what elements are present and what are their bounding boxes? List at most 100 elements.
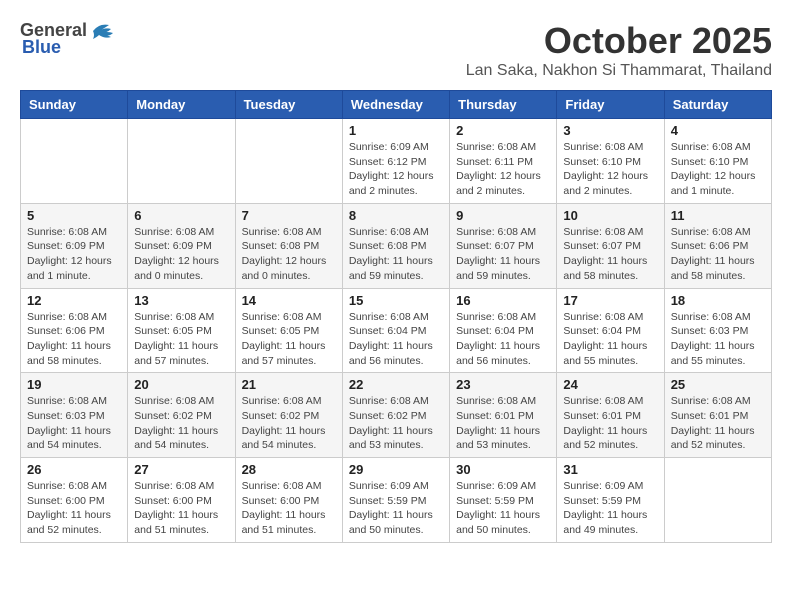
day-number: 19 — [27, 377, 121, 392]
calendar-cell: 29 Sunrise: 6:09 AM Sunset: 5:59 PM Dayli… — [342, 458, 449, 543]
day-number: 6 — [134, 208, 228, 223]
day-number: 26 — [27, 462, 121, 477]
day-info: Sunrise: 6:08 AM Sunset: 6:07 PM Dayligh… — [456, 225, 550, 284]
calendar-cell: 22 Sunrise: 6:08 AM Sunset: 6:02 PM Dayli… — [342, 373, 449, 458]
day-number: 11 — [671, 208, 765, 223]
day-number: 22 — [349, 377, 443, 392]
calendar-cell: 28Sunrise: 6:08 AM Sunset: 6:00 PM Dayli… — [235, 458, 342, 543]
calendar-cell: 13 Sunrise: 6:08 AM Sunset: 6:05 PM Dayli… — [128, 288, 235, 373]
day-info: Sunrise: 6:08 AM Sunset: 6:01 PM Dayligh… — [671, 394, 765, 453]
day-number: 31 — [563, 462, 657, 477]
weekday-header-monday: Monday — [128, 91, 235, 119]
calendar-cell: 12 Sunrise: 6:08 AM Sunset: 6:06 PM Dayli… — [21, 288, 128, 373]
calendar-cell: 15Sunrise: 6:08 AM Sunset: 6:04 PM Dayli… — [342, 288, 449, 373]
calendar-week-row: 1 Sunrise: 6:09 AM Sunset: 6:12 PM Daylig… — [21, 119, 772, 204]
day-number: 14 — [242, 293, 336, 308]
day-info: Sunrise: 6:09 AM Sunset: 5:59 PM Dayligh… — [456, 479, 550, 538]
day-info: Sunrise: 6:08 AM Sunset: 6:05 PM Dayligh… — [134, 310, 228, 369]
day-info: Sunrise: 6:08 AM Sunset: 6:06 PM Dayligh… — [27, 310, 121, 369]
day-number: 4 — [671, 123, 765, 138]
calendar-cell: 8Sunrise: 6:08 AM Sunset: 6:08 PM Daylig… — [342, 203, 449, 288]
day-info: Sunrise: 6:08 AM Sunset: 6:04 PM Dayligh… — [456, 310, 550, 369]
calendar-cell: 23Sunrise: 6:08 AM Sunset: 6:01 PM Dayli… — [450, 373, 557, 458]
weekday-header-wednesday: Wednesday — [342, 91, 449, 119]
day-number: 27 — [134, 462, 228, 477]
calendar-table: SundayMondayTuesdayWednesdayThursdayFrid… — [20, 90, 772, 543]
day-number: 24 — [563, 377, 657, 392]
logo-bird-icon — [89, 21, 117, 41]
day-info: Sunrise: 6:09 AM Sunset: 6:12 PM Dayligh… — [349, 140, 443, 199]
day-info: Sunrise: 6:08 AM Sunset: 6:00 PM Dayligh… — [27, 479, 121, 538]
page-header: General Blue October 2025 Lan Saka, Nakh… — [20, 20, 772, 80]
day-info: Sunrise: 6:08 AM Sunset: 6:10 PM Dayligh… — [563, 140, 657, 199]
day-info: Sunrise: 6:08 AM Sunset: 6:02 PM Dayligh… — [134, 394, 228, 453]
day-number: 1 — [349, 123, 443, 138]
day-number: 7 — [242, 208, 336, 223]
day-number: 29 — [349, 462, 443, 477]
weekday-header-row: SundayMondayTuesdayWednesdayThursdayFrid… — [21, 91, 772, 119]
month-title: October 2025 — [466, 20, 772, 62]
day-info: Sunrise: 6:08 AM Sunset: 6:08 PM Dayligh… — [242, 225, 336, 284]
calendar-cell: 1 Sunrise: 6:09 AM Sunset: 6:12 PM Daylig… — [342, 119, 449, 204]
day-number: 18 — [671, 293, 765, 308]
calendar-cell: 20 Sunrise: 6:08 AM Sunset: 6:02 PM Dayli… — [128, 373, 235, 458]
day-number: 2 — [456, 123, 550, 138]
day-info: Sunrise: 6:08 AM Sunset: 6:04 PM Dayligh… — [349, 310, 443, 369]
calendar-cell: 14 Sunrise: 6:08 AM Sunset: 6:05 PM Dayli… — [235, 288, 342, 373]
calendar-cell: 25 Sunrise: 6:08 AM Sunset: 6:01 PM Dayli… — [664, 373, 771, 458]
day-info: Sunrise: 6:08 AM Sunset: 6:11 PM Dayligh… — [456, 140, 550, 199]
weekday-header-friday: Friday — [557, 91, 664, 119]
calendar-cell: 30 Sunrise: 6:09 AM Sunset: 5:59 PM Dayli… — [450, 458, 557, 543]
day-info: Sunrise: 6:08 AM Sunset: 6:03 PM Dayligh… — [671, 310, 765, 369]
calendar-cell: 9 Sunrise: 6:08 AM Sunset: 6:07 PM Daylig… — [450, 203, 557, 288]
calendar-cell: 5Sunrise: 6:08 AM Sunset: 6:09 PM Daylig… — [21, 203, 128, 288]
calendar-cell — [128, 119, 235, 204]
calendar-cell: 27 Sunrise: 6:08 AM Sunset: 6:00 PM Dayli… — [128, 458, 235, 543]
calendar-cell: 31 Sunrise: 6:09 AM Sunset: 5:59 PM Dayli… — [557, 458, 664, 543]
calendar-cell — [664, 458, 771, 543]
weekday-header-thursday: Thursday — [450, 91, 557, 119]
day-number: 13 — [134, 293, 228, 308]
calendar-cell: 24Sunrise: 6:08 AM Sunset: 6:01 PM Dayli… — [557, 373, 664, 458]
day-info: Sunrise: 6:09 AM Sunset: 5:59 PM Dayligh… — [349, 479, 443, 538]
location-subtitle: Lan Saka, Nakhon Si Thammarat, Thailand — [466, 62, 772, 80]
calendar-cell: 16Sunrise: 6:08 AM Sunset: 6:04 PM Dayli… — [450, 288, 557, 373]
day-info: Sunrise: 6:08 AM Sunset: 6:05 PM Dayligh… — [242, 310, 336, 369]
day-number: 30 — [456, 462, 550, 477]
calendar-cell — [21, 119, 128, 204]
day-number: 20 — [134, 377, 228, 392]
title-area: October 2025 Lan Saka, Nakhon Si Thammar… — [466, 20, 772, 80]
calendar-cell: 17 Sunrise: 6:08 AM Sunset: 6:04 PM Dayli… — [557, 288, 664, 373]
calendar-cell: 11 Sunrise: 6:08 AM Sunset: 6:06 PM Dayli… — [664, 203, 771, 288]
day-number: 10 — [563, 208, 657, 223]
day-info: Sunrise: 6:08 AM Sunset: 6:09 PM Dayligh… — [134, 225, 228, 284]
weekday-header-saturday: Saturday — [664, 91, 771, 119]
calendar-cell: 6 Sunrise: 6:08 AM Sunset: 6:09 PM Daylig… — [128, 203, 235, 288]
calendar-cell: 7 Sunrise: 6:08 AM Sunset: 6:08 PM Daylig… — [235, 203, 342, 288]
calendar-cell — [235, 119, 342, 204]
logo-blue-text: Blue — [22, 37, 61, 58]
day-info: Sunrise: 6:08 AM Sunset: 6:09 PM Dayligh… — [27, 225, 121, 284]
day-info: Sunrise: 6:08 AM Sunset: 6:02 PM Dayligh… — [349, 394, 443, 453]
calendar-cell: 4Sunrise: 6:08 AM Sunset: 6:10 PM Daylig… — [664, 119, 771, 204]
calendar-cell: 19 Sunrise: 6:08 AM Sunset: 6:03 PM Dayli… — [21, 373, 128, 458]
calendar-week-row: 12 Sunrise: 6:08 AM Sunset: 6:06 PM Dayli… — [21, 288, 772, 373]
day-number: 12 — [27, 293, 121, 308]
day-number: 9 — [456, 208, 550, 223]
day-info: Sunrise: 6:09 AM Sunset: 5:59 PM Dayligh… — [563, 479, 657, 538]
weekday-header-sunday: Sunday — [21, 91, 128, 119]
day-info: Sunrise: 6:08 AM Sunset: 6:00 PM Dayligh… — [134, 479, 228, 538]
calendar-cell: 21Sunrise: 6:08 AM Sunset: 6:02 PM Dayli… — [235, 373, 342, 458]
day-info: Sunrise: 6:08 AM Sunset: 6:03 PM Dayligh… — [27, 394, 121, 453]
day-number: 8 — [349, 208, 443, 223]
day-info: Sunrise: 6:08 AM Sunset: 6:02 PM Dayligh… — [242, 394, 336, 453]
day-info: Sunrise: 6:08 AM Sunset: 6:04 PM Dayligh… — [563, 310, 657, 369]
day-info: Sunrise: 6:08 AM Sunset: 6:06 PM Dayligh… — [671, 225, 765, 284]
day-number: 17 — [563, 293, 657, 308]
calendar-week-row: 26 Sunrise: 6:08 AM Sunset: 6:00 PM Dayli… — [21, 458, 772, 543]
day-info: Sunrise: 6:08 AM Sunset: 6:00 PM Dayligh… — [242, 479, 336, 538]
day-number: 23 — [456, 377, 550, 392]
calendar-cell: 26 Sunrise: 6:08 AM Sunset: 6:00 PM Dayli… — [21, 458, 128, 543]
day-number: 25 — [671, 377, 765, 392]
day-info: Sunrise: 6:08 AM Sunset: 6:07 PM Dayligh… — [563, 225, 657, 284]
